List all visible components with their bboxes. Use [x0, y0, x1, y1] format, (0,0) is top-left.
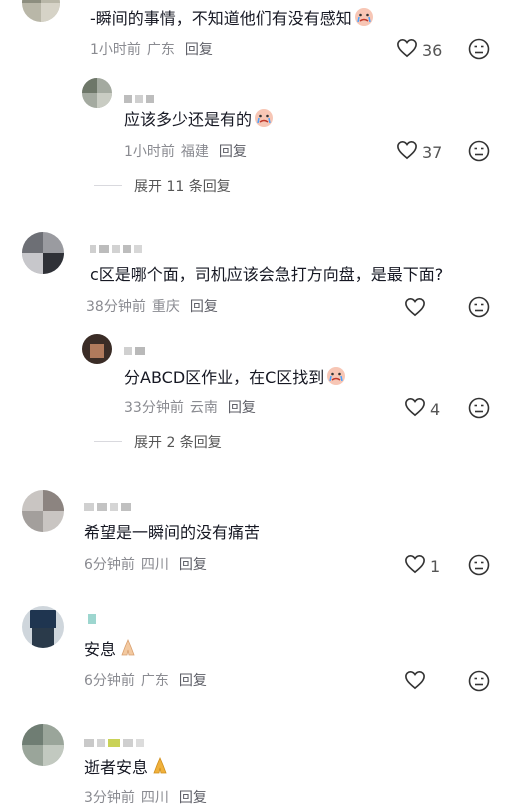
reply-button[interactable]: 回复 [185, 42, 213, 58]
expand-replies-button[interactable]: 展开 11 条回复 [134, 176, 231, 196]
comment-text: 安息 [84, 638, 138, 664]
reply-text: 分ABCD区作业，在C区找到 [124, 366, 346, 392]
comment-meta: 6分钟前 四川 回复 [84, 554, 207, 574]
crying-emoji-icon [326, 366, 346, 392]
reply-button[interactable]: 回复 [179, 790, 207, 806]
reply-meta: 33分钟前 云南 回复 [124, 397, 256, 417]
like-count: 1 [430, 556, 441, 576]
reply-button[interactable]: 回复 [179, 557, 207, 573]
reply-meta: 1小时前 福建 回复 [124, 141, 247, 161]
comment-text: 希望是一瞬间的没有痛苦 [84, 523, 261, 542]
comment-time: 33分钟前 [124, 400, 184, 416]
reply-text: 应该多少还是有的 [124, 108, 274, 134]
dislike-face-icon [468, 554, 490, 580]
avatar[interactable] [82, 78, 112, 108]
dislike-button[interactable] [468, 296, 490, 318]
expand-divider [94, 185, 122, 186]
expand-replies-button[interactable]: 展开 2 条回复 [134, 432, 222, 452]
like-count: 37 [422, 142, 443, 162]
comment-time: 6分钟前 [84, 557, 135, 573]
like-button[interactable] [404, 670, 430, 694]
like-count: 36 [422, 40, 443, 60]
heart-outline-icon [404, 297, 426, 321]
comment-location: 广东 [140, 673, 169, 689]
avatar[interactable] [22, 232, 64, 274]
heart-outline-icon [404, 554, 426, 578]
comment-time: 3分钟前 [84, 790, 135, 806]
comment-meta: 1小时前 广东 回复 [90, 39, 213, 59]
comment-location: 广东 [146, 42, 175, 58]
avatar[interactable] [82, 334, 112, 364]
comment-location: 四川 [140, 557, 169, 573]
comment-meta: 6分钟前 广东 回复 [84, 670, 207, 690]
dislike-button[interactable] [468, 38, 490, 60]
reply-button[interactable]: 回复 [179, 673, 207, 689]
comment-location: 四川 [140, 790, 169, 806]
like-button[interactable]: 37 [396, 140, 442, 164]
dislike-face-icon [468, 296, 490, 322]
dislike-button[interactable] [468, 554, 490, 576]
like-button[interactable]: 36 [396, 38, 442, 62]
praying-hands-emoji-icon [118, 638, 138, 664]
dislike-button[interactable] [468, 670, 490, 692]
crying-emoji-icon [354, 7, 374, 33]
comment-text: -瞬间的事情，不知道他们有没有感知 [90, 7, 374, 33]
dislike-face-icon [468, 670, 490, 696]
username[interactable] [88, 608, 99, 624]
username[interactable] [84, 496, 134, 511]
comment-meta: 3分钟前 四川 回复 [84, 787, 207, 807]
dislike-button[interactable] [468, 397, 490, 419]
reply-button[interactable]: 回复 [219, 144, 247, 160]
comment-text: 逝者安息 [84, 756, 170, 782]
comment-time: 38分钟前 [86, 299, 146, 315]
avatar[interactable] [22, 606, 64, 648]
avatar[interactable] [22, 0, 60, 22]
dislike-button[interactable] [468, 140, 490, 162]
comment-time: 6分钟前 [84, 673, 135, 689]
expand-divider [94, 441, 122, 442]
dislike-face-icon [468, 140, 490, 166]
dislike-face-icon [468, 38, 490, 64]
comment-location: 福建 [180, 144, 209, 160]
reply-button[interactable]: 回复 [190, 299, 218, 315]
dislike-face-icon [468, 397, 490, 423]
comment-location: 云南 [189, 400, 218, 416]
heart-outline-icon [404, 670, 426, 694]
like-button[interactable]: 4 [404, 397, 440, 421]
like-count: 4 [430, 399, 441, 419]
heart-outline-icon [404, 397, 426, 421]
comment-time: 1小时前 [124, 144, 175, 160]
comment-text: c区是哪个面，司机应该会急打方向盘，是最下面? [90, 265, 444, 284]
crying-emoji-icon [254, 108, 274, 134]
avatar[interactable] [22, 724, 64, 766]
comment-meta: 38分钟前 重庆 回复 [86, 296, 218, 316]
username[interactable] [84, 732, 147, 747]
like-button[interactable] [404, 297, 430, 321]
avatar[interactable] [22, 490, 64, 532]
username[interactable] [90, 238, 145, 253]
username[interactable] [124, 88, 157, 103]
praying-hands-emoji-icon [150, 756, 170, 782]
username[interactable] [124, 340, 148, 355]
reply-button[interactable]: 回复 [228, 400, 256, 416]
comment-location: 重庆 [151, 299, 180, 315]
heart-outline-icon [396, 140, 418, 164]
comment-time: 1小时前 [90, 42, 141, 58]
heart-outline-icon [396, 38, 418, 62]
like-button[interactable]: 1 [404, 554, 440, 578]
